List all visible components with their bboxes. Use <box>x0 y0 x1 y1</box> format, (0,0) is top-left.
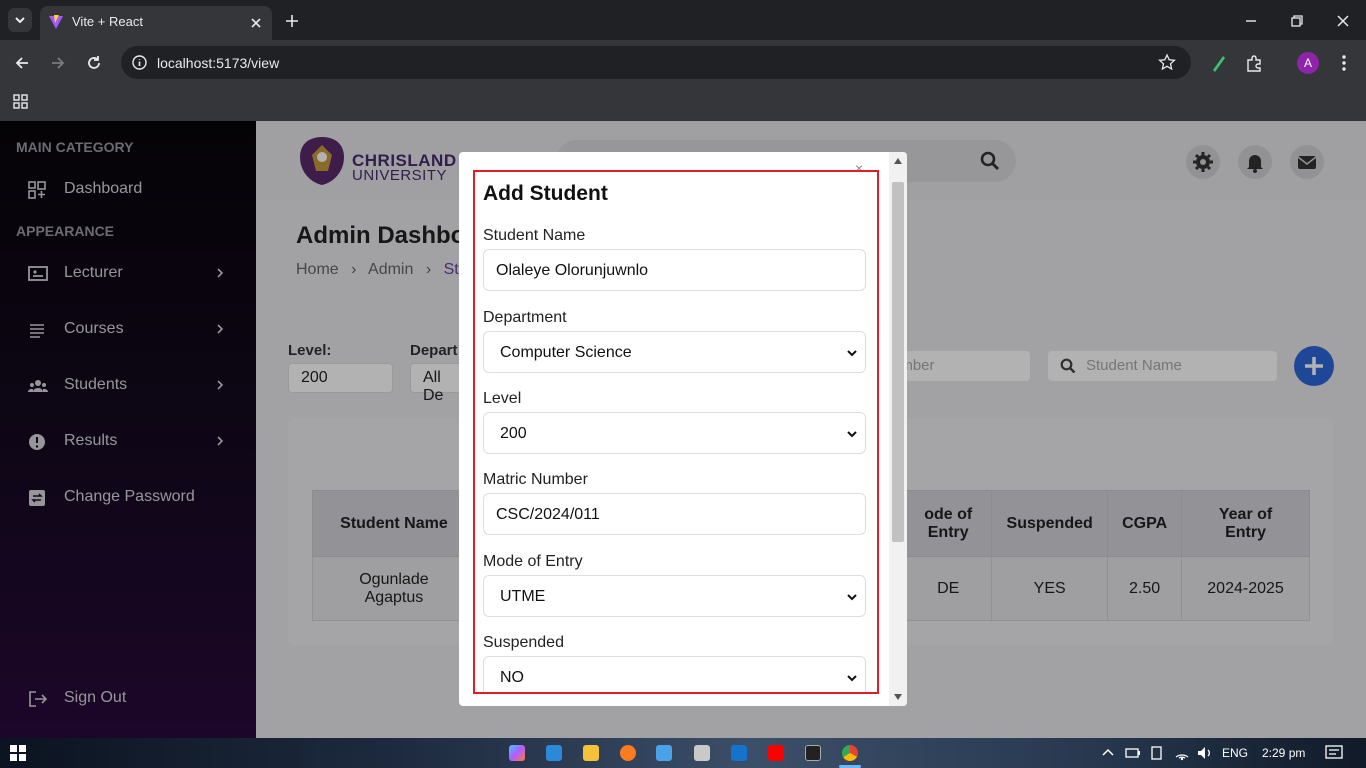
youtube-icon[interactable] <box>768 745 784 761</box>
url-text: localhost:5173/view <box>157 55 280 71</box>
forward-arrow-icon[interactable] <box>48 53 68 73</box>
wifi-icon[interactable] <box>1174 745 1190 761</box>
modal-title: Add Student <box>483 182 608 205</box>
chevron-down-icon <box>847 594 857 601</box>
department-label: Department <box>483 309 567 326</box>
language-indicator[interactable]: ENG <box>1222 746 1248 760</box>
back-arrow-icon[interactable] <box>12 53 32 73</box>
chevron-up-icon[interactable] <box>1101 746 1115 760</box>
student-name-label: Student Name <box>483 227 586 244</box>
window-close-icon[interactable] <box>1334 12 1352 30</box>
terminal-icon[interactable] <box>805 745 821 761</box>
chevron-down-icon <box>15 17 25 24</box>
volume-icon[interactable] <box>1196 745 1214 761</box>
notification-center-icon[interactable] <box>1325 745 1343 761</box>
suspended-value: NO <box>500 669 524 686</box>
browser-tabstrip: Vite + React <box>0 0 1366 40</box>
copilot-icon[interactable] <box>509 745 525 761</box>
add-student-form: Add Student Student Name Olaleye Olorunj… <box>473 170 879 694</box>
system-clock[interactable]: 2:29 pm <box>1262 746 1305 760</box>
level-select[interactable]: 200 <box>483 412 866 454</box>
reload-icon[interactable] <box>84 53 104 73</box>
firefox-icon[interactable] <box>620 745 636 761</box>
extensions-puzzle-icon[interactable] <box>1244 53 1264 73</box>
chevron-down-icon <box>847 675 857 682</box>
suspended-select[interactable]: NO <box>483 656 866 692</box>
browser-toolbar: localhost:5173/view A <box>0 40 1366 86</box>
department-value: Computer Science <box>500 344 632 361</box>
device-icon[interactable] <box>1149 746 1165 760</box>
matric-number-value: CSC/2024/011 <box>496 506 600 523</box>
restore-icon[interactable] <box>1288 12 1306 30</box>
mode-of-entry-value: UTME <box>500 588 546 605</box>
tab-title: Vite + React <box>72 14 143 29</box>
level-value: 200 <box>500 425 527 442</box>
store-icon[interactable] <box>656 745 672 761</box>
windows-start-icon[interactable] <box>10 745 26 761</box>
file-explorer-icon[interactable] <box>583 745 599 761</box>
profile-avatar[interactable]: A <box>1297 52 1319 74</box>
close-icon[interactable] <box>248 15 264 31</box>
apps-grid-icon[interactable] <box>12 93 30 111</box>
student-name-value: Olaleye Olorunjuwnlo <box>496 262 649 279</box>
scroll-down-arrow-icon[interactable] <box>893 692 903 702</box>
mode-of-entry-select[interactable]: UTME <box>483 575 866 617</box>
level-label: Level <box>483 390 522 407</box>
extension-pen-icon[interactable] <box>1208 53 1228 73</box>
menu-kebab-icon[interactable] <box>1334 53 1354 73</box>
battery-icon[interactable] <box>1125 746 1141 760</box>
address-bar[interactable]: localhost:5173/view <box>121 46 1191 79</box>
chrome-icon[interactable] <box>842 745 858 761</box>
add-student-modal: × Add Student Student Name Olaleye Oloru… <box>459 152 907 706</box>
matric-number-input[interactable]: CSC/2024/011 <box>483 493 866 535</box>
chevron-down-icon <box>847 431 857 438</box>
vscode-icon[interactable] <box>546 745 562 761</box>
department-select[interactable]: Computer Science <box>483 331 866 373</box>
tab-search-button[interactable] <box>8 8 32 32</box>
suspended-label: Suspended <box>483 634 564 651</box>
bookmark-star-icon[interactable] <box>1158 53 1176 71</box>
bookmarks-bar <box>0 86 1366 121</box>
student-name-input[interactable]: Olaleye Olorunjuwnlo <box>483 249 866 291</box>
vite-logo-icon <box>49 15 63 29</box>
new-tab-icon[interactable] <box>283 12 301 30</box>
site-info-icon[interactable] <box>131 54 148 71</box>
tools-icon[interactable] <box>694 745 710 761</box>
scroll-up-arrow-icon[interactable] <box>893 156 903 166</box>
mode-of-entry-label: Mode of Entry <box>483 553 583 570</box>
browser-tab[interactable]: Vite + React <box>40 6 272 40</box>
windows-taskbar: ENG 2:29 pm <box>0 738 1366 768</box>
matric-number-label: Matric Number <box>483 471 588 488</box>
minimize-icon[interactable] <box>1242 12 1260 30</box>
modal-scrollbar-thumb[interactable] <box>892 182 904 542</box>
chevron-down-icon <box>847 350 857 357</box>
outlook-icon[interactable] <box>731 745 747 761</box>
